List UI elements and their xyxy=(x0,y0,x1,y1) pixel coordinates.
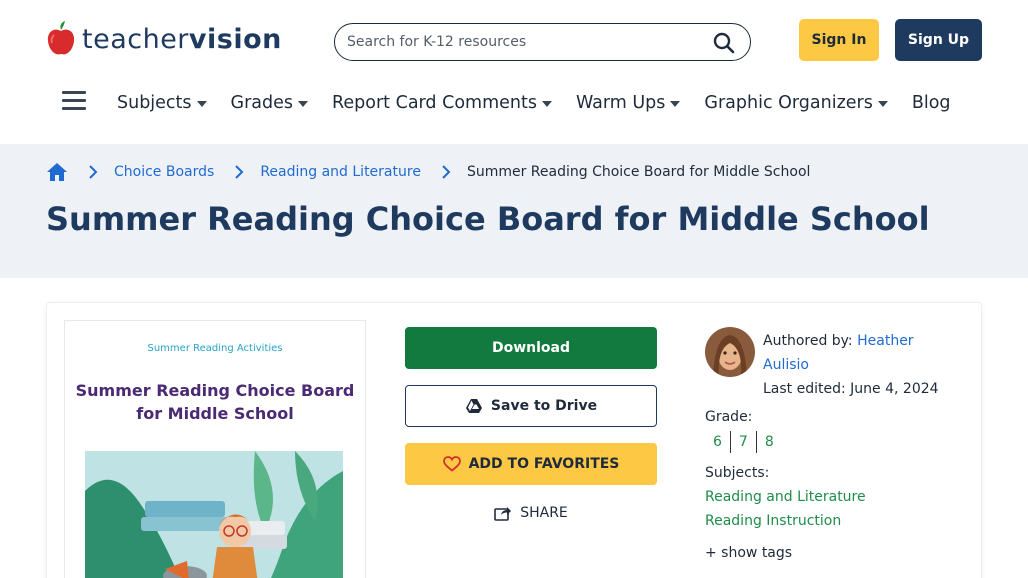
caret-down-icon xyxy=(196,101,207,107)
site-header: teachervision Sign In Sign Up Subjects G… xyxy=(0,0,1028,144)
nav-item-label: Graphic Organizers xyxy=(704,93,873,113)
grade-link-7[interactable]: 7 xyxy=(731,431,757,453)
hamburger-menu-icon[interactable] xyxy=(62,91,86,111)
logo-text-vision: vision xyxy=(188,23,282,55)
breadcrumb: Choice Boards Reading and Literature Sum… xyxy=(46,160,810,184)
resource-thumbnail[interactable]: Summer Reading Activities Summer Reading… xyxy=(64,320,366,578)
sign-up-button[interactable]: Sign Up xyxy=(895,19,982,61)
thumbnail-title-line1: Summer Reading Choice Board xyxy=(75,381,355,400)
caret-down-icon xyxy=(298,101,309,107)
thumbnail-illustration xyxy=(85,451,343,578)
share-icon xyxy=(494,507,512,521)
site-logo[interactable]: teachervision xyxy=(46,20,282,58)
subjects-label: Subjects: xyxy=(705,465,770,481)
grade-list: 6 7 8 xyxy=(705,431,782,453)
add-to-favorites-label: ADD TO FAVORITES xyxy=(468,456,620,472)
last-edited-date: June 4, 2024 xyxy=(850,381,939,397)
save-to-drive-button[interactable]: Save to Drive xyxy=(405,385,657,427)
nav-item-graphic-organizers[interactable]: Graphic Organizers xyxy=(704,93,888,113)
breadcrumb-link-reading-and-literature[interactable]: Reading and Literature xyxy=(260,164,421,180)
save-to-drive-label: Save to Drive xyxy=(490,398,598,414)
thumbnail-subtitle: Summer Reading Activities xyxy=(147,343,283,354)
nav-item-blog[interactable]: Blog xyxy=(912,93,951,113)
share-label: SHARE xyxy=(520,505,568,521)
thumbnail-title-line2: for Middle School xyxy=(136,404,294,423)
last-edited-label: Last edited: xyxy=(763,381,846,397)
nav-item-report-card-comments[interactable]: Report Card Comments xyxy=(332,93,552,113)
download-button[interactable]: Download xyxy=(405,327,657,369)
authored-by-label: Authored by: xyxy=(763,333,853,349)
caret-down-icon xyxy=(541,101,552,107)
subject-link-reading-and-literature[interactable]: Reading and Literature xyxy=(705,489,866,505)
resource-card: Summer Reading Activities Summer Reading… xyxy=(46,302,982,578)
sign-in-button[interactable]: Sign In xyxy=(799,19,879,61)
breadcrumb-link-choice-boards[interactable]: Choice Boards xyxy=(114,164,214,180)
page-title: Summer Reading Choice Board for Middle S… xyxy=(46,200,930,238)
grade-link-6[interactable]: 6 xyxy=(705,431,731,453)
nav-item-label: Report Card Comments xyxy=(332,93,537,113)
search-input[interactable] xyxy=(347,34,697,50)
subject-link-reading-instruction[interactable]: Reading Instruction xyxy=(705,513,841,529)
nav-item-label: Grades xyxy=(230,93,294,113)
caret-down-icon xyxy=(670,101,681,107)
add-to-favorites-button[interactable]: ADD TO FAVORITES xyxy=(405,443,657,485)
search-icon[interactable] xyxy=(712,31,736,55)
author-avatar[interactable] xyxy=(705,327,755,377)
nav-item-subjects[interactable]: Subjects xyxy=(117,93,207,113)
author-info: Authored by: Heather Aulisio Last edited… xyxy=(763,329,963,401)
chevron-right-icon xyxy=(89,165,98,179)
nav-item-label: Subjects xyxy=(117,93,192,113)
page-hero: Choice Boards Reading and Literature Sum… xyxy=(0,144,1028,278)
nav-item-label: Warm Ups xyxy=(575,93,666,113)
nav-item-grades[interactable]: Grades xyxy=(230,93,309,113)
chevron-right-icon xyxy=(235,165,244,179)
grade-link-8[interactable]: 8 xyxy=(757,431,782,453)
thumbnail-title: Summer Reading Choice Board for Middle S… xyxy=(65,379,365,425)
show-tags-link[interactable]: + show tags xyxy=(705,545,792,561)
main-nav: Subjects Grades Report Card Comments War… xyxy=(117,91,975,115)
nav-item-label: Blog xyxy=(911,93,951,113)
grade-label: Grade: xyxy=(705,409,753,425)
caret-down-icon xyxy=(877,101,888,107)
search-box xyxy=(334,23,751,61)
nav-item-warm-ups[interactable]: Warm Ups xyxy=(575,93,681,113)
heart-icon xyxy=(442,456,461,472)
logo-text-teacher: teacher xyxy=(82,23,189,55)
share-button[interactable]: SHARE xyxy=(405,501,657,525)
home-icon[interactable] xyxy=(46,161,68,183)
google-drive-icon xyxy=(465,399,482,413)
breadcrumb-current: Summer Reading Choice Board for Middle S… xyxy=(466,164,811,180)
chevron-right-icon xyxy=(442,165,451,179)
apple-logo-icon xyxy=(47,21,75,55)
